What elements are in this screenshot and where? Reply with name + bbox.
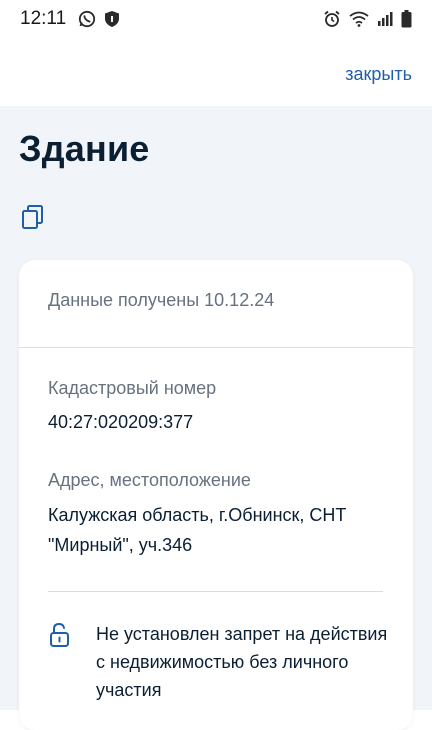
wifi-icon bbox=[349, 11, 369, 32]
cadastral-number-label: Кадастровый номер bbox=[48, 378, 217, 398]
copy-icon bbox=[22, 205, 43, 229]
close-button[interactable]: закрыть bbox=[345, 64, 412, 85]
unlock-icon bbox=[48, 622, 74, 648]
page-title: Здание bbox=[19, 128, 150, 169]
main-content: Здание Данные получены 10.12.24 Кадастро… bbox=[0, 106, 432, 730]
status-left-icons bbox=[78, 10, 120, 33]
section-divider bbox=[48, 591, 383, 592]
cadastral-number-value: 40:27:020209:377 bbox=[48, 412, 194, 432]
battery-icon bbox=[401, 10, 412, 33]
remote-deals-notice: Не установлен запрет на действия с недви… bbox=[96, 624, 388, 700]
shield-icon bbox=[104, 10, 120, 33]
status-time: 12:11 bbox=[20, 8, 67, 29]
address-value: Калужская область, г.Обнинск, СНТ "Мирны… bbox=[48, 505, 347, 555]
copy-button[interactable] bbox=[20, 204, 46, 230]
alarm-icon bbox=[323, 10, 341, 33]
signal-icon bbox=[377, 11, 393, 32]
status-bar: 12:11 bbox=[0, 0, 432, 40]
building-info-card: Данные получены 10.12.24 Кадастровый ном… bbox=[19, 260, 413, 730]
card-divider bbox=[19, 347, 413, 348]
address-label: Адрес, местоположение bbox=[48, 470, 251, 490]
status-right-icons bbox=[323, 10, 412, 33]
whatsapp-icon bbox=[78, 10, 96, 33]
data-received-date: Данные получены 10.12.24 bbox=[48, 290, 275, 310]
top-bar: закрыть bbox=[0, 40, 432, 106]
